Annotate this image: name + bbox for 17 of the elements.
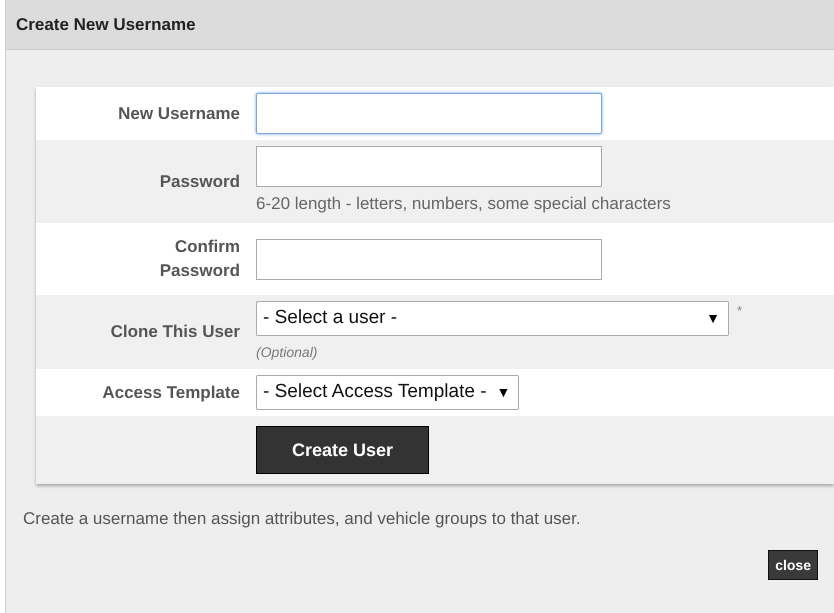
hint-text: 6-20 length - letters, numbers, some special characters	[256, 193, 672, 215]
required-mark: *	[737, 302, 742, 320]
field-label: New Username	[118, 102, 240, 124]
optional-note: (Optional)	[256, 343, 318, 362]
field-label: Password	[160, 170, 240, 192]
field-label: Clone This User	[110, 321, 240, 343]
field-label: Confirm Password	[158, 236, 240, 282]
password-field[interactable]	[256, 238, 602, 280]
create-user-button[interactable]: Create User	[256, 426, 429, 474]
dropdown[interactable]: - Select Access Template - ▼	[256, 375, 520, 410]
close-button[interactable]: close	[768, 550, 818, 580]
footer-text: Create a username then assign attributes, and vehicle groups to that user.	[23, 509, 581, 528]
username-field[interactable]	[256, 93, 602, 134]
field-label: Access Template	[102, 382, 240, 404]
window-title: Create New Username	[16, 14, 196, 36]
password-field[interactable]	[256, 146, 602, 187]
dropdown[interactable]: - Select a user - ▼	[256, 301, 729, 336]
